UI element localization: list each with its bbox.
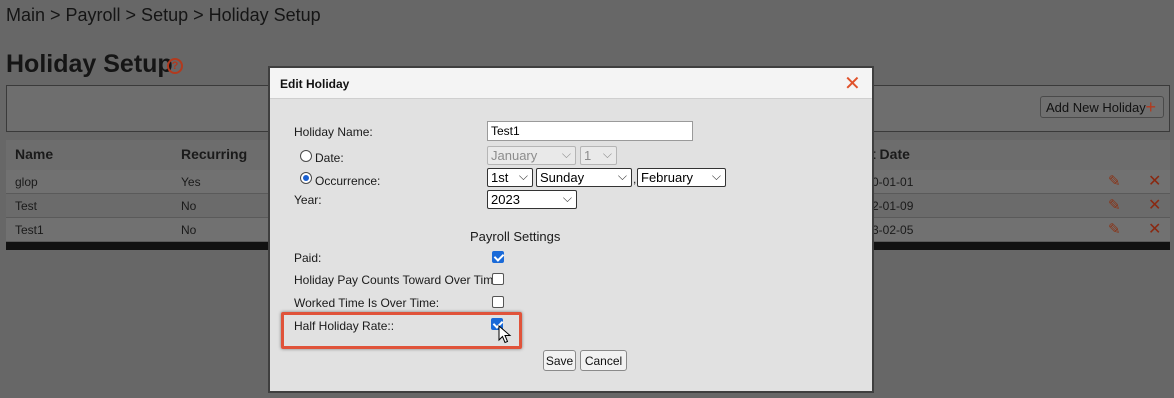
- counts-ot-label: Holiday Pay Counts Toward Over Time:: [294, 273, 504, 287]
- occurrence-weekday-select[interactable]: Sunday ⌵: [536, 168, 632, 187]
- cell-date: 3-02-05: [872, 223, 914, 237]
- cell-date: 0-01-01: [872, 175, 914, 189]
- date-label: Date:: [315, 151, 344, 165]
- occurrence-month-value: February: [641, 170, 694, 185]
- add-new-holiday-button[interactable]: Add New Holiday +: [1040, 96, 1164, 118]
- breadcrumb: Main > Payroll > Setup > Holiday Setup: [6, 5, 321, 25]
- edit-holiday-dialog: Edit Holiday ✕ Holiday Name: Test1 Date:…: [268, 66, 874, 393]
- chevron-down-icon: ⌵: [561, 147, 571, 161]
- cursor-icon: [498, 325, 512, 344]
- page-title: Holiday Setup: [6, 50, 173, 78]
- worked-ot-checkbox[interactable]: [492, 296, 504, 308]
- occurrence-ordinal-value: 1st: [491, 170, 509, 185]
- plus-icon: +: [1145, 97, 1156, 117]
- paid-checkbox[interactable]: [492, 251, 504, 263]
- cancel-button[interactable]: Cancel: [580, 350, 627, 371]
- holiday-name-label: Holiday Name:: [294, 125, 373, 139]
- add-new-holiday-label: Add New Holiday: [1046, 100, 1146, 115]
- cell-name: Test1: [15, 223, 44, 237]
- occurrence-radio[interactable]: [300, 172, 312, 184]
- date-radio[interactable]: [300, 150, 312, 162]
- chevron-down-icon: ⌵: [602, 147, 612, 161]
- cell-recurring: No: [181, 199, 197, 213]
- chevron-down-icon: ⌵: [711, 169, 721, 183]
- counts-ot-checkbox[interactable]: [492, 273, 504, 285]
- holiday-name-input[interactable]: Test1: [487, 121, 693, 141]
- year-select[interactable]: 2023 ⌵: [487, 190, 577, 209]
- save-button[interactable]: Save: [543, 350, 576, 371]
- year-label: Year:: [294, 193, 322, 207]
- column-header-date[interactable]: t Date: [871, 146, 910, 162]
- cell-date: 2-01-09: [872, 199, 914, 213]
- occurrence-month-select[interactable]: February ⌵: [637, 168, 726, 187]
- chevron-down-icon: ⌵: [518, 169, 528, 183]
- edit-icon[interactable]: ✎: [1108, 172, 1121, 190]
- date-day-value: 1: [584, 148, 592, 163]
- delete-icon[interactable]: ✕: [1148, 171, 1161, 191]
- chevron-down-icon: ⌵: [562, 191, 572, 205]
- cell-recurring: Yes: [181, 175, 201, 189]
- help-icon[interactable]: ?: [167, 58, 183, 74]
- paid-label: Paid:: [294, 251, 322, 265]
- cell-name: glop: [15, 175, 38, 189]
- date-month-value: January: [491, 148, 538, 163]
- occurrence-weekday-value: Sunday: [540, 170, 585, 185]
- worked-ot-label: Worked Time Is Over Time:: [294, 296, 440, 310]
- cell-name: Test: [15, 199, 38, 213]
- cell-recurring: No: [181, 223, 197, 237]
- edit-icon[interactable]: ✎: [1108, 196, 1121, 214]
- date-month-select[interactable]: January ⌵: [487, 146, 576, 165]
- occurrence-label: Occurrence:: [315, 174, 381, 188]
- close-icon[interactable]: ✕: [844, 71, 861, 96]
- half-rate-label: Half Holiday Rate::: [294, 319, 395, 333]
- column-header-recurring[interactable]: Recurring: [181, 146, 247, 162]
- dialog-title: Edit Holiday: [270, 68, 872, 99]
- column-header-name[interactable]: Name: [15, 146, 53, 162]
- payroll-settings-title: Payroll Settings: [470, 229, 561, 244]
- edit-icon[interactable]: ✎: [1108, 220, 1121, 238]
- occurrence-ordinal-select[interactable]: 1st ⌵: [487, 168, 533, 187]
- chevron-down-icon: ⌵: [617, 169, 627, 183]
- comma-separator: ,: [633, 172, 637, 186]
- date-day-select[interactable]: 1 ⌵: [580, 146, 617, 165]
- delete-icon[interactable]: ✕: [1148, 219, 1161, 239]
- year-value: 2023: [491, 192, 520, 207]
- delete-icon[interactable]: ✕: [1148, 195, 1161, 215]
